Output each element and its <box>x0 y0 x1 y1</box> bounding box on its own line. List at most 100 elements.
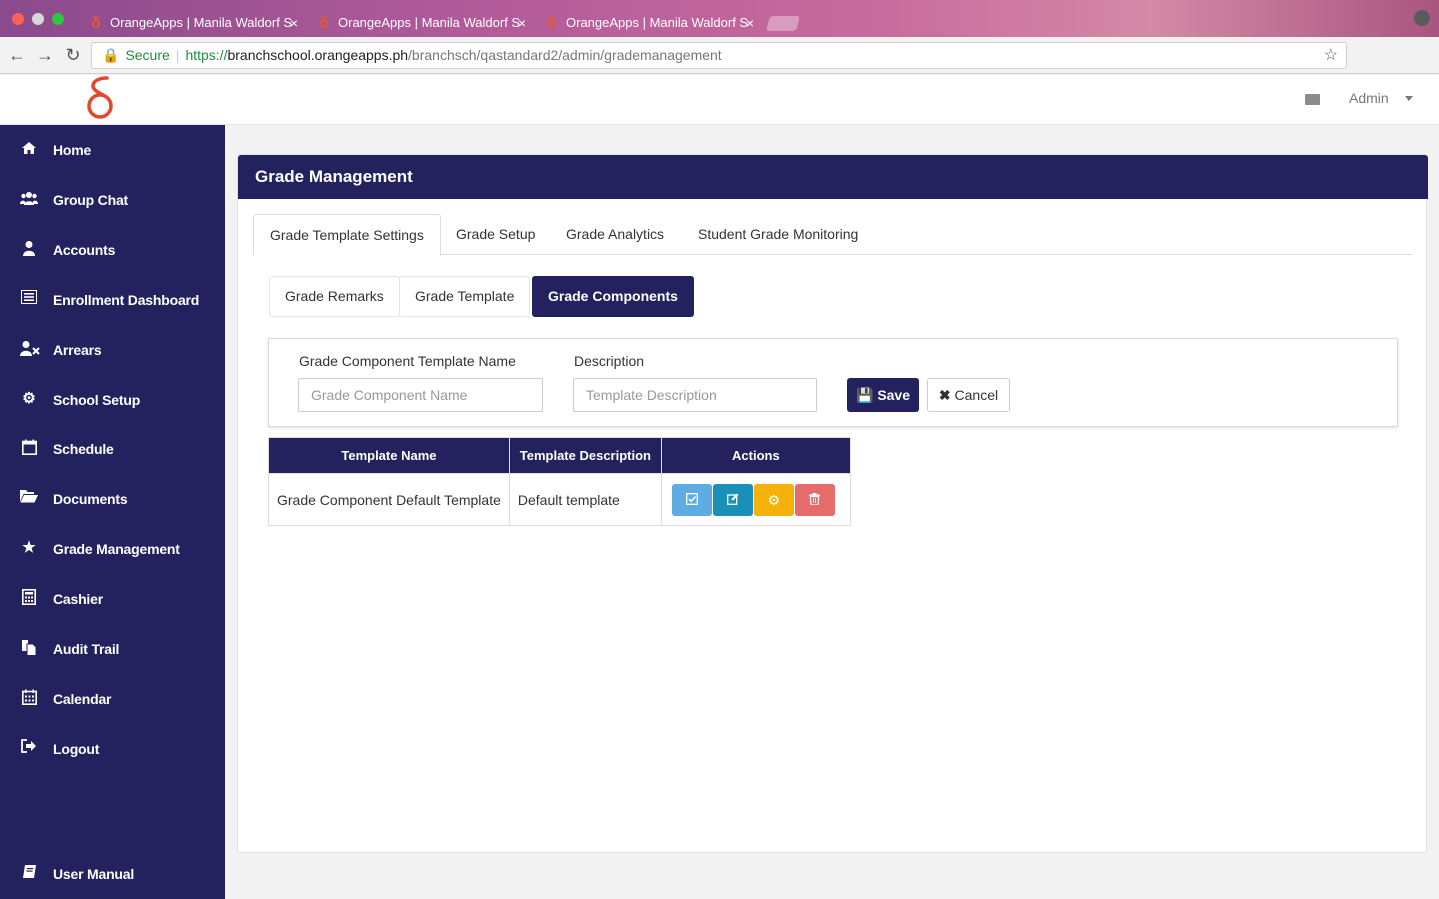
caret-down-icon[interactable] <box>1405 96 1413 101</box>
browser-tab-active[interactable]: δ OrangeApps | Manila Waldorf S × <box>536 9 762 37</box>
new-tab-button[interactable] <box>765 16 801 31</box>
grade-component-form: Grade Component Template Name Descriptio… <box>268 338 1398 427</box>
subtab-grade-components[interactable]: Grade Components <box>532 276 694 317</box>
column-header-actions: Actions <box>660 437 851 474</box>
sidebar-item-audit-trail[interactable]: Audit Trail <box>0 629 225 669</box>
edit-template-button[interactable] <box>712 483 753 516</box>
reload-icon[interactable]: ↻ <box>63 45 83 66</box>
sidebar-item-label: User Manual <box>53 866 135 882</box>
panel-header: Grade Management <box>238 155 1428 199</box>
url-scheme: https:// <box>185 47 228 63</box>
actions-cell: ⚙ <box>660 473 851 526</box>
sidebar-item-schedule[interactable]: Schedule <box>0 429 225 469</box>
grade-management-panel: Grade Management Grade Template Settings… <box>237 154 1428 853</box>
sidebar-item-label: Home <box>53 142 92 158</box>
close-icon: ✖ <box>938 386 951 403</box>
orangeapps-favicon-icon: δ <box>547 15 557 32</box>
close-tab-icon[interactable]: × <box>290 9 298 37</box>
save-button[interactable]: 💾 Save <box>847 378 919 412</box>
orangeapps-favicon-icon: δ <box>91 15 101 32</box>
close-window-button[interactable] <box>12 13 24 25</box>
column-header-template-name: Template Name <box>268 437 510 474</box>
url-field[interactable]: 🔒 Secure | https://branchschool.orangeapps.… <box>91 42 1347 69</box>
close-tab-icon[interactable]: × <box>746 9 754 37</box>
template-description-cell: Default template <box>508 473 662 526</box>
table-row: Grade Component Default Template Default… <box>268 473 851 526</box>
orangeapps-logo <box>87 76 113 119</box>
sidebar-item-label: Schedule <box>53 441 114 457</box>
browser-tab-title: OrangeApps | Manila Waldorf S <box>110 15 293 30</box>
gear-icon: ⚙ <box>767 491 781 508</box>
files-icon <box>20 639 38 657</box>
tab-grade-analytics[interactable]: Grade Analytics <box>550 214 680 256</box>
cancel-button-label: Cancel <box>954 386 999 403</box>
sidebar: Home Group Chat Accounts Enrollment Dash… <box>0 125 225 899</box>
sidebar-item-label: Documents <box>53 491 128 507</box>
calendar-icon <box>20 439 38 457</box>
url-host: branchschool.orangeapps.ph <box>227 47 409 63</box>
sidebar-item-arrears[interactable]: Arrears <box>0 330 225 370</box>
tab-grade-setup[interactable]: Grade Setup <box>440 214 551 256</box>
template-name-label: Grade Component Template Name <box>299 353 516 369</box>
orangeapps-favicon-icon: δ <box>319 15 329 32</box>
users-icon <box>20 190 38 208</box>
select-template-button[interactable] <box>671 483 712 516</box>
forward-arrow-icon[interactable]: → <box>35 45 55 66</box>
subtab-grade-remarks[interactable]: Grade Remarks <box>269 276 400 317</box>
url-path: /branchsch/qastandard2/admin/grademanage… <box>408 47 722 63</box>
browser-tab-title: OrangeApps | Manila Waldorf S <box>338 15 521 30</box>
back-arrow-icon[interactable]: ← <box>7 45 27 66</box>
template-name-input[interactable] <box>298 378 543 412</box>
trash-icon <box>809 492 821 506</box>
table-header-row: Template Name Template Description Actio… <box>268 437 851 474</box>
browser-tab-bar: δ OrangeApps | Manila Waldorf S × δ Oran… <box>0 0 1439 37</box>
sidebar-item-calendar[interactable]: Calendar <box>0 679 225 719</box>
calendar-grid-icon <box>20 689 38 707</box>
tab-grade-template-settings[interactable]: Grade Template Settings <box>253 214 441 256</box>
edit-icon <box>726 493 739 505</box>
user-menu[interactable]: Admin <box>1349 90 1389 106</box>
save-button-label: Save <box>877 386 911 403</box>
sign-out-icon <box>20 739 38 757</box>
envelope-icon[interactable] <box>1305 94 1320 105</box>
close-tab-icon[interactable]: × <box>518 9 526 37</box>
lock-icon: 🔒 <box>102 47 120 63</box>
book-icon <box>20 864 38 882</box>
subtab-grade-template[interactable]: Grade Template <box>399 276 531 317</box>
sidebar-item-label: Calendar <box>53 691 112 707</box>
description-label: Description <box>574 353 645 369</box>
user-icon <box>20 240 38 258</box>
maximize-window-button[interactable] <box>52 13 64 25</box>
description-input[interactable] <box>573 378 817 412</box>
sidebar-item-accounts[interactable]: Accounts <box>0 230 225 270</box>
delete-template-button[interactable] <box>794 483 835 516</box>
sidebar-item-cashier[interactable]: Cashier <box>0 579 225 619</box>
calculator-icon <box>20 589 38 607</box>
sidebar-item-logout[interactable]: Logout <box>0 729 225 769</box>
sidebar-item-label: Arrears <box>53 342 102 358</box>
column-header-template-description: Template Description <box>508 437 662 474</box>
page-title: Grade Management <box>255 167 413 186</box>
sidebar-item-group-chat[interactable]: Group Chat <box>0 180 225 220</box>
browser-tab[interactable]: δ OrangeApps | Manila Waldorf S × <box>80 9 306 37</box>
browser-tab[interactable]: δ OrangeApps | Manila Waldorf S × <box>308 9 534 37</box>
sidebar-item-label: Grade Management <box>53 541 180 557</box>
sidebar-item-grade-management[interactable]: ★ Grade Management <box>0 529 225 569</box>
sidebar-item-label: Cashier <box>53 591 103 607</box>
sidebar-item-enrollment-dashboard[interactable]: Enrollment Dashboard <box>0 280 225 320</box>
sidebar-item-documents[interactable]: Documents <box>0 479 225 519</box>
minimize-window-button[interactable] <box>32 13 44 25</box>
bookmark-star-icon[interactable]: ☆ <box>1324 43 1338 68</box>
star-icon: ★ <box>22 539 36 556</box>
secure-label: Secure <box>125 47 170 63</box>
tab-student-grade-monitoring[interactable]: Student Grade Monitoring <box>682 214 874 256</box>
sidebar-item-school-setup[interactable]: ⚙ School Setup <box>0 380 225 420</box>
home-icon <box>20 140 38 158</box>
settings-template-button[interactable]: ⚙ <box>753 483 794 516</box>
sidebar-item-user-manual[interactable]: User Manual <box>0 854 225 894</box>
sidebar-item-label: Group Chat <box>53 192 128 208</box>
sidebar-item-label: Enrollment Dashboard <box>53 292 200 308</box>
cancel-button[interactable]: ✖ Cancel <box>927 378 1010 412</box>
profile-icon[interactable] <box>1414 10 1430 26</box>
sidebar-item-home[interactable]: Home <box>0 130 225 170</box>
